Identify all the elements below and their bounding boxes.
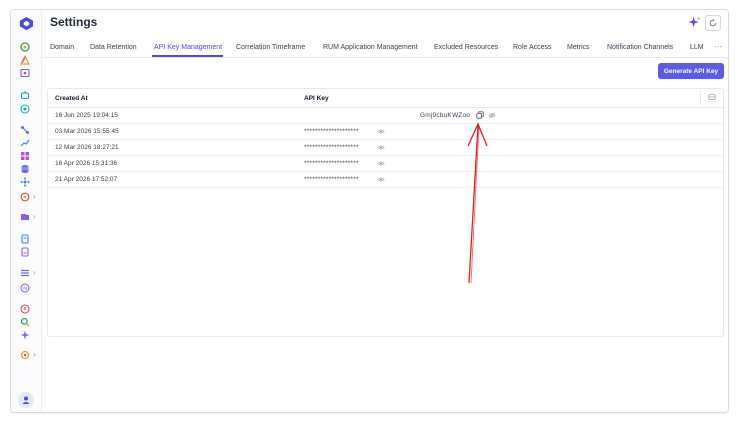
tab-domain[interactable]: Domain (50, 43, 74, 53)
more-tabs-icon[interactable]: ··· (714, 42, 722, 51)
api-key-cell: ******************** (304, 176, 359, 183)
monitor-icon[interactable] (20, 68, 30, 78)
show-key-icon[interactable] (377, 144, 385, 151)
settings-chevron-icon[interactable]: › (33, 350, 36, 360)
app-window: › › › AI › Settings Domain Data Retentio… (10, 9, 729, 413)
refresh-icon (709, 19, 717, 27)
tab-data-retention[interactable]: Data Retention (90, 43, 137, 53)
sparkle-nav-icon[interactable] (20, 330, 30, 340)
show-key-icon[interactable] (377, 128, 385, 135)
table-row: 16 Jun 2025 19:04:15 Gmj9cbuKWZoo (48, 108, 723, 124)
document-icon[interactable] (20, 234, 30, 244)
search-icon[interactable] (20, 317, 30, 327)
column-created-at: Created At (55, 95, 88, 102)
api-keys-table: Created At API Key 16 Jun 2025 19:04:15 … (47, 88, 724, 337)
tab-llm[interactable]: LLM (690, 43, 704, 53)
ai-icon[interactable]: AI (20, 283, 30, 293)
generate-api-key-button[interactable]: Generate API Key (658, 63, 724, 79)
created-at-cell: 03 Mar 2026 15:55:45 (55, 128, 119, 135)
alerts-icon[interactable] (20, 55, 30, 65)
tab-excluded-resources[interactable]: Excluded Resources (434, 43, 498, 53)
tab-role-access[interactable]: Role Access (513, 43, 552, 53)
security-icon[interactable] (20, 192, 30, 202)
tab-metrics[interactable]: Metrics (567, 43, 590, 53)
integrations-icon[interactable] (20, 212, 30, 222)
svg-text:AI: AI (23, 286, 27, 291)
bot-icon[interactable] (20, 90, 30, 100)
target-icon[interactable] (20, 104, 30, 114)
created-at-cell: 12 Mar 2026 18:27:21 (55, 144, 119, 151)
show-key-icon[interactable] (377, 160, 385, 167)
grid-icon[interactable] (20, 151, 30, 161)
nodes-icon[interactable] (20, 125, 30, 135)
tab-api-key-management[interactable]: API Key Management (154, 43, 222, 53)
api-key-cell: ******************** (304, 160, 359, 167)
table-row: 03 Mar 2026 15:55:45 *******************… (48, 124, 723, 140)
settings-tabs: Domain Data Retention API Key Management… (42, 39, 728, 58)
trend-chart-icon[interactable] (20, 138, 30, 148)
active-tab-indicator (152, 55, 223, 57)
network-icon[interactable] (20, 177, 30, 187)
column-api-key: API Key (304, 95, 329, 102)
export-icon[interactable] (708, 93, 716, 101)
hide-key-icon[interactable] (488, 112, 496, 119)
refresh-button[interactable] (705, 15, 721, 31)
main-content: Settings Domain Data Retention API Key M… (42, 10, 728, 412)
logs-chevron-icon[interactable]: › (33, 268, 36, 278)
report-icon[interactable] (20, 247, 30, 257)
tab-notification-channels[interactable]: Notification Channels (607, 43, 673, 53)
app-logo-icon[interactable] (19, 16, 34, 31)
logs-icon[interactable] (20, 268, 30, 278)
created-at-cell: 16 Jun 2025 19:04:15 (55, 112, 118, 119)
created-at-cell: 21 Apr 2026 17:52:07 (55, 176, 118, 183)
database-icon[interactable] (20, 164, 30, 174)
api-key-cell: Gmj9cbuKWZoo (420, 112, 471, 119)
created-at-cell: 16 Apr 2026 15:31:36 (55, 160, 118, 167)
table-header: Created At API Key (48, 89, 723, 108)
copy-icon[interactable] (476, 111, 484, 119)
page-title: Settings (50, 15, 98, 29)
tab-correlation-timeframe[interactable]: Correlation Timeframe (236, 43, 305, 53)
info-icon[interactable] (20, 304, 30, 314)
sparkle-icon[interactable] (688, 16, 701, 29)
api-key-cell: ******************** (304, 128, 359, 135)
tab-rum-application-management[interactable]: RUM Application Management (323, 43, 418, 53)
table-row: 12 Mar 2026 18:27:21 *******************… (48, 140, 723, 156)
table-row: 21 Apr 2026 17:52:07 *******************… (48, 172, 723, 188)
show-key-icon[interactable] (377, 176, 385, 183)
user-icon (22, 396, 30, 404)
avatar[interactable] (18, 392, 34, 408)
integrations-chevron-icon[interactable]: › (33, 212, 36, 222)
security-chevron-icon[interactable]: › (33, 192, 36, 202)
settings-icon[interactable] (20, 350, 30, 360)
header-divider (700, 91, 701, 105)
dashboard-icon[interactable] (20, 42, 30, 52)
table-row: 16 Apr 2026 15:31:36 *******************… (48, 156, 723, 172)
sidebar: › › › AI › (11, 10, 42, 412)
api-key-cell: ******************** (304, 144, 359, 151)
